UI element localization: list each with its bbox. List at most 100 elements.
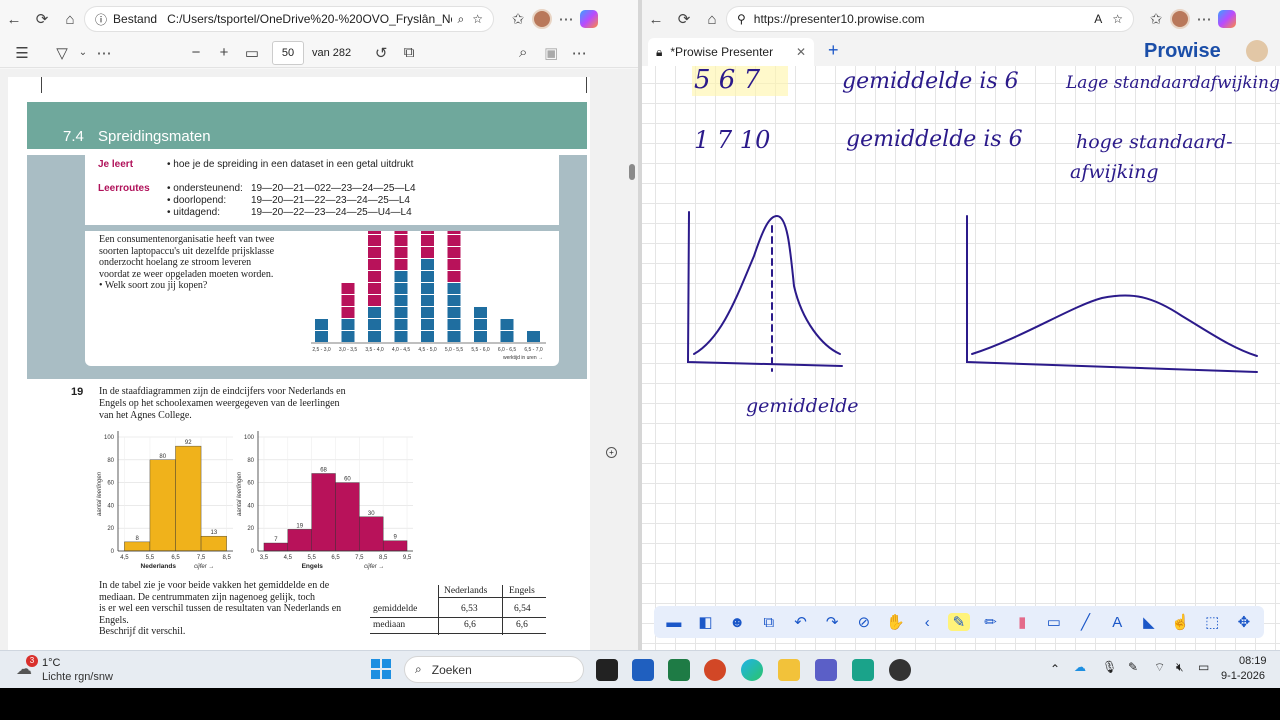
word-icon[interactable] — [632, 659, 654, 681]
save-icon[interactable]: ▣ — [537, 39, 565, 67]
clock-time[interactable]: 08:19 — [1239, 655, 1267, 667]
read-aloud-icon[interactable]: A — [1094, 12, 1102, 26]
pin-icon: 🔒︎ — [656, 44, 663, 59]
pen-icon[interactable]: ✏ — [980, 613, 1002, 631]
microphone-icon[interactable]: 🎙︎ — [1102, 660, 1117, 674]
left-address-bar-row: ← ⟳ ⌂ ⓘ Bestand C:/Users/tsportel/OneDri… — [0, 4, 638, 34]
q19-line: Engels op het schoolexamen weergegeven v… — [99, 398, 340, 409]
hw-row2-text: gemiddelde is 6 — [846, 127, 1023, 152]
page-view-icon[interactable]: ⧉ — [395, 39, 423, 67]
highlight-icon[interactable]: ▽ — [48, 39, 76, 67]
y-tick-label: 80 — [247, 458, 254, 464]
y-axis-label: aantal leerlingen — [237, 471, 243, 516]
redo-icon[interactable]: ↷ — [821, 613, 843, 631]
reload-icon[interactable]: ⟳ — [28, 5, 56, 33]
profile-avatar[interactable] — [1170, 9, 1190, 29]
media-icon[interactable]: ◧ — [695, 613, 717, 631]
site-info-icon: ⚲ — [737, 12, 746, 26]
pdf-viewer[interactable]: + + + 7.4 Spreidingsmaten Je leert • hoe… — [0, 69, 638, 650]
media-player-icon[interactable] — [889, 659, 911, 681]
zoom-in-icon[interactable]: + — [210, 39, 238, 67]
url-text: C:/Users/tsportel/OneDrive%20-%20OVO_Fry… — [167, 12, 452, 26]
powerpoint-icon[interactable] — [704, 659, 726, 681]
bottom-line: Engels. — [99, 614, 129, 626]
page-number-input[interactable]: 50 — [272, 40, 304, 65]
battery-icon[interactable]: ▭ — [1198, 660, 1209, 674]
wifi-icon[interactable]: ⌔ — [1154, 660, 1165, 675]
text-icon[interactable]: A — [1106, 614, 1128, 631]
move-icon[interactable]: ✥ — [1233, 613, 1255, 631]
weather-widget[interactable]: ☁ 3 1°C Lichte rgn/snw — [14, 655, 144, 685]
favorite-star-icon[interactable]: ☆ — [1112, 12, 1123, 26]
teams-icon[interactable] — [815, 659, 837, 681]
new-tab-icon[interactable]: + — [828, 40, 839, 61]
taskbar-search[interactable]: ⌕ Zoeken — [404, 656, 584, 683]
favorites-icon[interactable]: ✩ — [504, 5, 532, 33]
zoom-icon[interactable]: ⌕ — [458, 12, 465, 27]
more-icon[interactable]: ⋯ — [1190, 5, 1218, 33]
close-icon[interactable]: ✕ — [796, 45, 806, 59]
more-icon[interactable]: ⋯ — [552, 5, 580, 33]
address-bar[interactable]: ⓘ Bestand C:/Users/tsportel/OneDrive%20-… — [84, 6, 494, 32]
hand-icon[interactable]: ✋ — [885, 613, 907, 631]
app-icon[interactable] — [852, 659, 874, 681]
hw-row1-text: gemiddelde is 6 — [842, 69, 1019, 94]
contents-icon[interactable]: ☰ — [8, 39, 36, 67]
chevron-down-icon[interactable]: ⌄ — [76, 39, 90, 67]
back-icon[interactable]: ← — [0, 5, 28, 33]
eraser-icon[interactable]: ▮ — [1011, 613, 1033, 631]
favorites-icon[interactable]: ✩ — [1142, 5, 1170, 33]
undo-icon[interactable]: ↶ — [790, 613, 812, 631]
pen-tray-icon[interactable]: ✎ — [1128, 660, 1138, 674]
compass-icon[interactable]: ⊘ — [853, 613, 875, 631]
collapse-icon[interactable]: ‹ — [916, 614, 938, 631]
search-icon[interactable]: ⌕ — [509, 39, 537, 67]
fit-page-icon[interactable]: ▭ — [238, 39, 266, 67]
reload-icon[interactable]: ⟳ — [670, 5, 698, 33]
edge-icon[interactable] — [741, 659, 763, 681]
participants-icon[interactable]: ☻ — [726, 614, 748, 631]
chart-title: Nederlands — [141, 563, 177, 570]
weather-desc: Lichte rgn/snw — [42, 671, 113, 683]
line-icon[interactable]: ╱ — [1075, 613, 1097, 631]
pdf-more-icon[interactable]: ⋯ — [565, 39, 593, 67]
task-view-icon[interactable] — [596, 659, 618, 681]
favorite-star-icon[interactable]: ☆ — [472, 12, 483, 26]
user-avatar[interactable] — [1246, 40, 1268, 62]
copilot-icon[interactable] — [1218, 10, 1236, 28]
home-icon[interactable]: ⌂ — [56, 5, 84, 33]
scrollbar[interactable] — [629, 164, 635, 180]
volume-icon[interactable]: 🔇︎ — [1176, 660, 1184, 675]
address-bar[interactable]: ⚲ https://presenter10.prowise.com A ☆ — [726, 6, 1134, 32]
zoom-out-icon[interactable]: − — [182, 39, 210, 67]
crosshair-right-icon[interactable]: + — [606, 447, 617, 458]
file-explorer-icon[interactable] — [778, 659, 800, 681]
more-tools-icon[interactable]: ⋯ — [90, 39, 118, 67]
screens-icon[interactable]: ⧉ — [758, 614, 780, 631]
shapes-icon[interactable]: ◣ — [1138, 613, 1160, 631]
excel-icon[interactable] — [668, 659, 690, 681]
bar-segment — [447, 283, 461, 294]
start-button[interactable] — [371, 659, 391, 679]
bar-segment — [500, 319, 514, 330]
onedrive-icon[interactable]: ☁ — [1074, 660, 1086, 674]
clock-date[interactable]: 9-1-2026 — [1221, 670, 1265, 682]
info-icon: ⓘ — [95, 12, 108, 27]
rotate-icon[interactable]: ↺ — [367, 39, 395, 67]
magic-icon[interactable]: ☝ — [1170, 613, 1192, 631]
rectangle-icon[interactable]: ▭ — [1043, 613, 1065, 631]
highlighter-icon[interactable]: ✎ — [947, 613, 970, 631]
y-tick-label: 60 — [107, 481, 114, 487]
bar-segment — [394, 307, 408, 318]
whiteboard-canvas[interactable]: 5 6 7 gemiddelde is 6 Lage standaardafwi… — [642, 66, 1280, 650]
bar-segment — [447, 307, 461, 318]
tray-chevron-icon[interactable]: ⌃ — [1050, 662, 1060, 676]
folder-icon[interactable]: ▬ — [663, 614, 685, 631]
back-icon[interactable]: ← — [642, 5, 670, 33]
home-icon[interactable]: ⌂ — [698, 5, 726, 33]
crop-mark — [586, 77, 587, 93]
frame-icon[interactable]: ⬚ — [1201, 613, 1223, 631]
copilot-icon[interactable] — [580, 10, 598, 28]
profile-avatar[interactable] — [532, 9, 552, 29]
tab-prowise[interactable]: 🔒︎ *Prowise Presenter ✕ — [648, 38, 814, 66]
